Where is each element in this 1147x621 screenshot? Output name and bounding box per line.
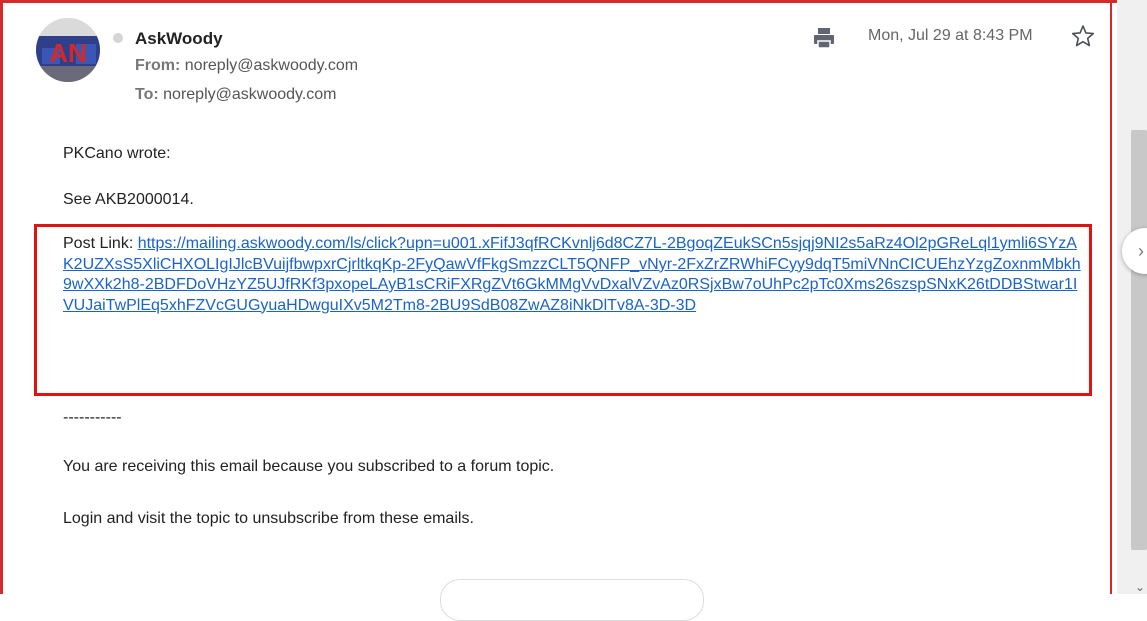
window-frame-left [0, 0, 3, 594]
from-label: From: [135, 57, 181, 74]
unsubscribe-notice: Login and visit the topic to unsubscribe… [63, 510, 474, 527]
from-line: From: noreply@askwoody.com [135, 57, 358, 75]
from-address[interactable]: noreply@askwoody.com [185, 57, 358, 74]
see-reference: See AKB2000014. [63, 191, 194, 208]
presence-dot [113, 33, 123, 43]
window-frame-top [0, 0, 1147, 3]
sender-name[interactable]: AskWoody [135, 29, 223, 49]
star-icon[interactable] [1071, 24, 1095, 53]
scrollbar-thumb[interactable] [1131, 130, 1147, 550]
chevron-down-icon[interactable]: ⌄ [1135, 580, 1145, 594]
avatar: AN [36, 18, 100, 82]
chevron-right-icon: › [1138, 240, 1144, 261]
svg-text:AN: AN [49, 38, 87, 68]
window-frame-right [1110, 0, 1112, 594]
reply-toolbar[interactable] [440, 579, 704, 621]
to-address[interactable]: noreply@askwoody.com [163, 86, 336, 103]
email-date: Mon, Jul 29 at 8:43 PM [868, 27, 1033, 44]
quote-attribution: PKCano wrote: [63, 145, 171, 162]
to-line: To: noreply@askwoody.com [135, 86, 337, 104]
post-link-block: Post Link: https://mailing.askwoody.com/… [63, 234, 1081, 316]
separator: ----------- [63, 409, 122, 426]
post-link-url[interactable]: https://mailing.askwoody.com/ls/click?up… [63, 235, 1081, 314]
subscription-notice: You are receiving this email because you… [63, 458, 555, 475]
post-link-label: Post Link: [63, 235, 138, 252]
print-icon[interactable] [813, 27, 835, 54]
to-label: To: [135, 86, 159, 103]
